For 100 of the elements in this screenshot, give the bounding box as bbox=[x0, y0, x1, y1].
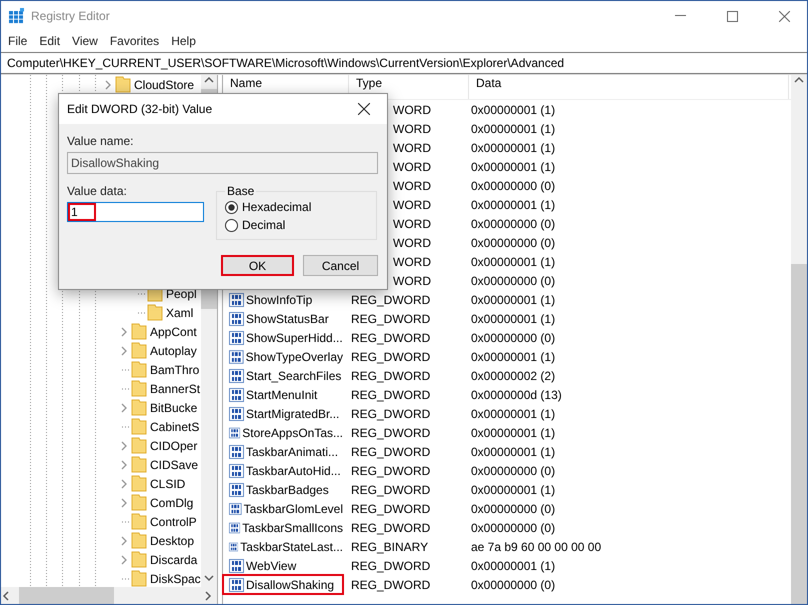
menu-item[interactable]: File bbox=[2, 34, 34, 48]
value-name[interactable]: ShowInfoTip bbox=[223, 290, 343, 309]
tree-item[interactable]: BitBucke bbox=[150, 400, 198, 414]
dialog-button[interactable]: Cancel bbox=[303, 255, 378, 276]
minimize-icon[interactable] bbox=[674, 15, 686, 17]
maximize-icon[interactable] bbox=[726, 10, 738, 22]
value-type: WORD bbox=[393, 216, 432, 230]
tree-item[interactable]: ComDlg bbox=[150, 496, 194, 510]
tree-item[interactable]: Peopl bbox=[166, 286, 197, 300]
tree-item[interactable]: Xaml bbox=[166, 306, 194, 320]
value-type: REG_DWORD bbox=[351, 558, 432, 572]
value-data: 0x00000001 (1) bbox=[471, 254, 556, 268]
menu-item[interactable]: Edit bbox=[33, 34, 66, 48]
value-name[interactable]: Start_SearchFiles bbox=[223, 366, 343, 385]
value-name[interactable]: ShowStatusBar bbox=[223, 309, 343, 328]
radio-button[interactable] bbox=[225, 218, 238, 232]
value-name[interactable]: ShowSuperHidd... bbox=[223, 328, 343, 347]
tree-item[interactable]: CabinetS bbox=[150, 420, 200, 434]
value-type: WORD bbox=[393, 178, 432, 192]
tree-item[interactable]: Autoplay bbox=[150, 344, 197, 358]
field-label: Value data: bbox=[67, 184, 128, 198]
folder-icon bbox=[131, 399, 147, 416]
address-bar[interactable]: Computer\HKEY_CURRENT_USER\SOFTWARE\Microsoft\Windows\CurrentVersion\Explorer\Advanced bbox=[1, 52, 807, 74]
folder-icon bbox=[131, 494, 147, 511]
value-name[interactable]: StoreAppsOnTas... bbox=[223, 423, 343, 442]
value-type: REG_DWORD bbox=[351, 406, 432, 420]
value-name[interactable]: WebView bbox=[223, 556, 343, 575]
value-name[interactable]: TaskbarAnimati... bbox=[223, 442, 343, 461]
value-data: 0x00000000 (0) bbox=[471, 178, 556, 192]
registry-value-icon bbox=[229, 502, 242, 516]
registry-value-icon bbox=[229, 426, 240, 440]
value-type: REG_DWORD bbox=[351, 426, 432, 440]
folder-icon bbox=[131, 361, 147, 378]
value-type: REG_DWORD bbox=[351, 292, 432, 306]
value-type: REG_DWORD bbox=[351, 350, 432, 364]
value-type: REG_DWORD bbox=[351, 578, 432, 592]
value-data: 0x00000000 (0) bbox=[471, 520, 556, 534]
value-type: REG_DWORD bbox=[351, 502, 432, 516]
tree-item[interactable]: BannerSt bbox=[150, 382, 200, 396]
value-data: 0x00000001 (1) bbox=[471, 122, 556, 136]
value-name[interactable]: StartMigratedBr... bbox=[223, 404, 343, 423]
registry-value-icon bbox=[229, 558, 244, 572]
window-title: Registry Editor bbox=[31, 9, 111, 23]
column-header[interactable]: Data bbox=[469, 75, 789, 99]
value-data: 0x00000001 (1) bbox=[471, 140, 556, 154]
value-name[interactable]: DisallowShaking bbox=[223, 575, 343, 594]
value-name[interactable]: ShowTypeOverlay bbox=[223, 347, 343, 366]
folder-icon bbox=[131, 532, 147, 549]
menu-item[interactable]: View bbox=[66, 34, 104, 48]
folder-icon bbox=[131, 551, 147, 568]
dialog-button[interactable]: OK bbox=[221, 255, 294, 276]
value-data: 0x00000001 (1) bbox=[471, 160, 556, 174]
tree-item[interactable]: AppCont bbox=[150, 324, 197, 338]
tree-item[interactable]: Discarda bbox=[150, 552, 198, 566]
folder-icon bbox=[147, 304, 163, 321]
tree-item[interactable]: ControlP bbox=[150, 514, 197, 528]
value-name[interactable]: TaskbarSmallIcons bbox=[223, 518, 343, 537]
registry-value-icon bbox=[229, 330, 244, 344]
radio-label[interactable]: Decimal bbox=[242, 218, 286, 232]
tree-item[interactable]: Desktop bbox=[150, 534, 194, 548]
value-data: 0x00000000 (0) bbox=[471, 216, 556, 230]
value-type: WORD bbox=[393, 140, 432, 154]
value-data: 0x00000000 (0) bbox=[471, 274, 556, 288]
value-type: REG_DWORD bbox=[351, 368, 432, 382]
scroll-thumb[interactable] bbox=[19, 587, 114, 604]
tree-item[interactable]: BamThro bbox=[150, 362, 200, 376]
value-name[interactable]: TaskbarGlomLevel bbox=[223, 499, 343, 518]
value-name[interactable]: TaskbarAutoHid... bbox=[223, 461, 343, 480]
menu-item[interactable]: Favorites bbox=[104, 34, 166, 48]
registry-value-icon bbox=[229, 368, 244, 382]
value-name[interactable]: TaskbarStateLast... bbox=[223, 537, 343, 556]
tree-item[interactable]: CIDSave bbox=[150, 458, 198, 472]
vertical-scrollbar[interactable] bbox=[791, 75, 807, 604]
tree-item[interactable]: CLSID bbox=[150, 476, 186, 490]
tree-item[interactable]: CloudStore bbox=[134, 78, 194, 92]
value-type: REG_DWORD bbox=[351, 520, 432, 534]
close-icon[interactable] bbox=[358, 103, 370, 115]
value-name-field: DisallowShaking bbox=[67, 152, 378, 174]
registry-value-icon bbox=[229, 350, 244, 364]
value-type: REG_DWORD bbox=[351, 330, 432, 344]
value-name[interactable]: TaskbarBadges bbox=[223, 480, 343, 499]
tree-item[interactable]: DiskSpac bbox=[150, 572, 201, 586]
radio-label[interactable]: Hexadecimal bbox=[242, 200, 312, 214]
radio-button[interactable] bbox=[225, 200, 238, 214]
value-name[interactable]: StartMenuInit bbox=[223, 385, 343, 404]
folder-icon bbox=[131, 437, 147, 454]
registry-value-icon bbox=[229, 444, 244, 458]
registry-value-icon bbox=[229, 292, 244, 306]
tree-item[interactable]: CIDOper bbox=[150, 438, 198, 452]
value-type: REG_BINARY bbox=[351, 540, 430, 554]
horizontal-scrollbar[interactable] bbox=[1, 587, 217, 604]
registry-value-icon bbox=[229, 482, 244, 496]
folder-icon bbox=[131, 380, 147, 397]
registry-value-icon bbox=[229, 464, 244, 478]
value-data: ae 7a b9 60 00 00 00 00 bbox=[471, 540, 602, 554]
menu-item[interactable]: Help bbox=[165, 34, 202, 48]
value-data-field[interactable]: 1 bbox=[67, 202, 204, 222]
value-data: 0x00000001 (1) bbox=[471, 312, 556, 326]
scroll-thumb[interactable] bbox=[791, 264, 807, 604]
value-data: 0x00000000 (0) bbox=[471, 464, 556, 478]
